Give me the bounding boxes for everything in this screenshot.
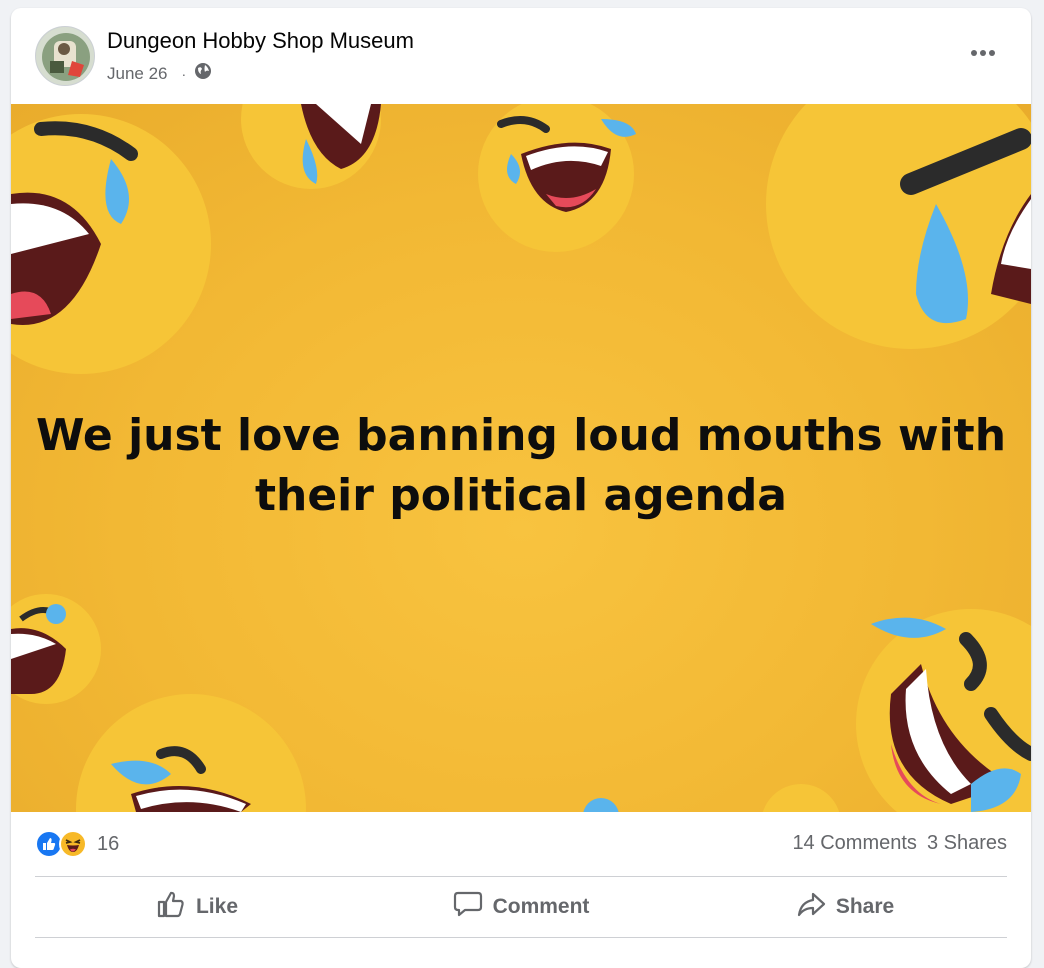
laughing-emoji-icon — [583, 784, 840, 812]
share-arrow-icon — [796, 889, 826, 925]
comment-button[interactable]: Comment — [359, 878, 683, 936]
globe-icon[interactable] — [194, 62, 212, 85]
post-date[interactable]: June 26 — [107, 64, 168, 84]
reaction-count: 16 — [97, 832, 120, 855]
engagement-counts: 14 Comments 3 Shares — [792, 832, 1007, 855]
post-meta: June 26 · — [107, 62, 212, 85]
thumbs-up-icon — [156, 889, 186, 925]
more-options-icon[interactable] — [961, 36, 1005, 70]
shares-count-link[interactable]: 3 Shares — [927, 832, 1007, 855]
haha-reaction-icon — [59, 830, 87, 858]
post-image[interactable]: We just love banning loud mouths with th… — [11, 104, 1031, 812]
laughing-emoji-icon — [766, 104, 1031, 349]
laughing-emoji-icon — [76, 694, 306, 812]
laughing-emoji-icon — [11, 114, 211, 374]
post-stats: 16 14 Comments 3 Shares — [35, 822, 1007, 874]
comment-label: Comment — [492, 895, 590, 918]
meta-separator: · — [181, 65, 187, 82]
page-name-link[interactable]: Dungeon Hobby Shop Museum — [107, 28, 414, 54]
share-label: Share — [835, 895, 895, 918]
image-caption: We just love banning loud mouths with th… — [35, 410, 1007, 521]
divider — [35, 876, 1007, 877]
post-actions: Like Comment Share — [35, 878, 1007, 936]
avatar-image — [36, 27, 94, 85]
reactions-summary[interactable]: 16 — [35, 830, 119, 858]
page-avatar[interactable] — [35, 26, 95, 86]
laughing-emoji-icon — [241, 104, 381, 189]
share-button[interactable]: Share — [683, 878, 1007, 936]
like-label: Like — [195, 895, 239, 918]
laughing-emoji-icon — [478, 104, 636, 252]
comment-icon — [453, 889, 483, 925]
comments-count-link[interactable]: 14 Comments — [792, 832, 917, 855]
divider — [35, 937, 1007, 938]
like-button[interactable]: Like — [35, 878, 359, 936]
laughing-emoji-icon — [11, 594, 101, 704]
post-card: Dungeon Hobby Shop Museum June 26 · We j… — [11, 8, 1031, 968]
post-header: Dungeon Hobby Shop Museum June 26 · — [11, 8, 1031, 104]
laughing-emoji-icon — [856, 609, 1031, 812]
